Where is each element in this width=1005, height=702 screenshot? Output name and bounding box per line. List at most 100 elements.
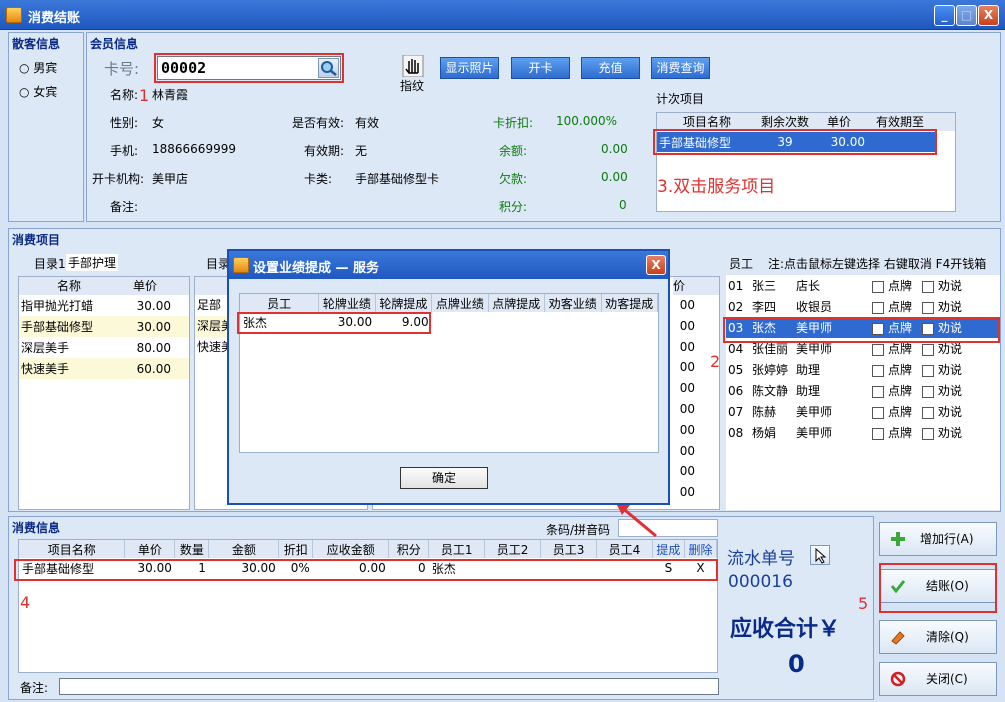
annotation-4: 4 <box>20 593 31 612</box>
brand-label: 点牌 <box>888 426 913 440</box>
dialog-close-button[interactable]: X <box>646 255 666 275</box>
service-item[interactable]: 手部基础修型 30.00 <box>19 316 189 337</box>
fingerprint-button[interactable]: 指纹 <box>400 54 426 93</box>
service-item-name: 手部基础修型 <box>21 320 94 334</box>
service-item[interactable]: 指甲抛光打蜡 30.00 <box>19 295 189 316</box>
persuade-checkbox[interactable] <box>922 385 934 398</box>
barcode-label: 条码/拼音码 <box>546 523 611 537</box>
dialog-cell-persuade-perf[interactable] <box>545 312 601 332</box>
staff-brand[interactable]: 点牌 <box>872 277 922 294</box>
staff-row[interactable]: 01 张三 店长 点牌 劝说 <box>726 275 1000 296</box>
staff-name: 杨娟 <box>752 426 777 440</box>
persuade-label: 劝说 <box>938 342 963 356</box>
minimize-button[interactable]: _ <box>934 5 955 26</box>
staff-no: 05 <box>728 362 744 377</box>
radio-female[interactable]: ○ 女宾 <box>19 83 57 100</box>
catalog1-value[interactable]: 手部护理 <box>66 254 119 271</box>
dialog-cell-persuade-comm[interactable] <box>601 312 658 332</box>
hand-icon <box>402 54 424 78</box>
persuade-checkbox[interactable] <box>922 280 934 293</box>
staff-role: 美甲师 <box>796 405 833 419</box>
dialog-app-icon <box>233 257 249 273</box>
note-label: 备注: <box>110 200 139 214</box>
dialog-header: 员工 轮牌业绩 轮牌提成 点牌业绩 点牌提成 劝客业绩 劝客提成 <box>240 294 658 312</box>
stop-icon <box>890 671 906 687</box>
dialog-cell-brand-comm[interactable] <box>488 312 544 332</box>
persuade-checkbox[interactable] <box>922 427 934 440</box>
close-button[interactable]: 关闭(C) <box>879 662 997 696</box>
expire-value: 无 <box>355 144 368 158</box>
bill-col-discount: 折扣 <box>278 540 314 558</box>
catalog3-value: 00 <box>679 318 695 333</box>
catalog3-value: 00 <box>679 339 695 354</box>
recharge-button[interactable]: 充值 <box>581 57 640 79</box>
brand-checkbox[interactable] <box>872 343 884 356</box>
close-window-button[interactable]: X <box>978 5 999 26</box>
staff-persuade[interactable]: 劝说 <box>922 403 972 420</box>
total-value: 0 <box>788 650 805 678</box>
persuade-checkbox[interactable] <box>922 301 934 314</box>
brand-checkbox[interactable] <box>872 364 884 377</box>
bill-col-emp3: 员工3 <box>540 540 597 558</box>
dialog-col-persuade-perf: 劝客业绩 <box>544 294 602 312</box>
serial-label: 流水单号 <box>727 549 795 569</box>
brand-checkbox[interactable] <box>872 385 884 398</box>
app-icon <box>6 7 22 23</box>
catalog3-value: 00 <box>679 443 695 458</box>
add-row-label: 增加行(A) <box>920 532 974 546</box>
show-photo-button[interactable]: 显示照片 <box>440 57 499 79</box>
persuade-checkbox[interactable] <box>922 364 934 377</box>
staff-persuade[interactable]: 劝说 <box>922 382 972 399</box>
staff-brand[interactable]: 点牌 <box>872 424 922 441</box>
bill-note-input[interactable] <box>59 678 719 695</box>
dialog-cell-brand-perf[interactable] <box>432 312 488 332</box>
brand-checkbox[interactable] <box>872 406 884 419</box>
staff-brand[interactable]: 点牌 <box>872 361 922 378</box>
member-panel-title: 会员信息 <box>90 37 139 51</box>
brand-checkbox[interactable] <box>872 280 884 293</box>
open-card-button[interactable]: 开卡 <box>511 57 570 79</box>
staff-persuade[interactable]: 劝说 <box>922 277 972 294</box>
service-item[interactable]: 深层美手 80.00 <box>19 337 189 358</box>
persuade-label: 劝说 <box>938 384 963 398</box>
staff-row[interactable]: 05 张婷婷 助理 点牌 劝说 <box>726 359 1000 380</box>
staff-no: 04 <box>728 341 744 356</box>
staff-row[interactable]: 07 陈赫 美甲师 点牌 劝说 <box>726 401 1000 422</box>
staff-row[interactable]: 06 陈文静 助理 点牌 劝说 <box>726 380 1000 401</box>
staff-row[interactable]: 08 杨娟 美甲师 点牌 劝说 <box>726 422 1000 443</box>
clear-button[interactable]: 清除(Q) <box>879 620 997 654</box>
staff-persuade[interactable]: 劝说 <box>922 298 972 315</box>
staff-role: 收银员 <box>796 300 833 314</box>
add-row-button[interactable]: 增加行(A) <box>879 522 997 556</box>
staff-brand[interactable]: 点牌 <box>872 382 922 399</box>
dialog-col-comm: 轮牌提成 <box>375 294 433 312</box>
persuade-checkbox[interactable] <box>922 406 934 419</box>
phone-label: 手机: <box>110 144 139 158</box>
catalog1-col-name: 名称 <box>56 279 81 293</box>
discount-value: 100.000% <box>556 114 618 128</box>
dialog-ok-button[interactable]: 确定 <box>400 467 488 489</box>
staff-brand[interactable]: 点牌 <box>872 403 922 420</box>
bill-col-receivable: 应收金额 <box>312 540 390 558</box>
brand-checkbox[interactable] <box>872 301 884 314</box>
catalog1-header: 名称 单价 <box>19 277 189 295</box>
persuade-checkbox[interactable] <box>922 343 934 356</box>
bill-col-comm: 提成 <box>652 540 685 558</box>
dialog-col-persuade-comm: 劝客提成 <box>601 294 658 312</box>
maximize-button[interactable]: □ <box>956 5 977 26</box>
service-item[interactable]: 快速美手 60.00 <box>19 358 189 379</box>
radio-male[interactable]: ○ 男宾 <box>19 59 57 76</box>
brand-checkbox[interactable] <box>872 427 884 440</box>
debt-value: 0.00 <box>601 170 628 184</box>
staff-row[interactable]: 02 李四 收银员 点牌 劝说 <box>726 296 1000 317</box>
staff-persuade[interactable]: 劝说 <box>922 424 972 441</box>
brand-label: 点牌 <box>888 405 913 419</box>
staff-name: 张婷婷 <box>752 363 789 377</box>
service-item-price: 80.00 <box>136 340 171 355</box>
staff-persuade[interactable]: 劝说 <box>922 361 972 378</box>
serial-button[interactable] <box>810 545 830 565</box>
staff-brand[interactable]: 点牌 <box>872 298 922 315</box>
consume-query-button[interactable]: 消费查询 <box>651 57 710 79</box>
dialog-col-staff: 员工 <box>240 294 320 312</box>
bill-col-emp2: 员工2 <box>484 540 542 558</box>
